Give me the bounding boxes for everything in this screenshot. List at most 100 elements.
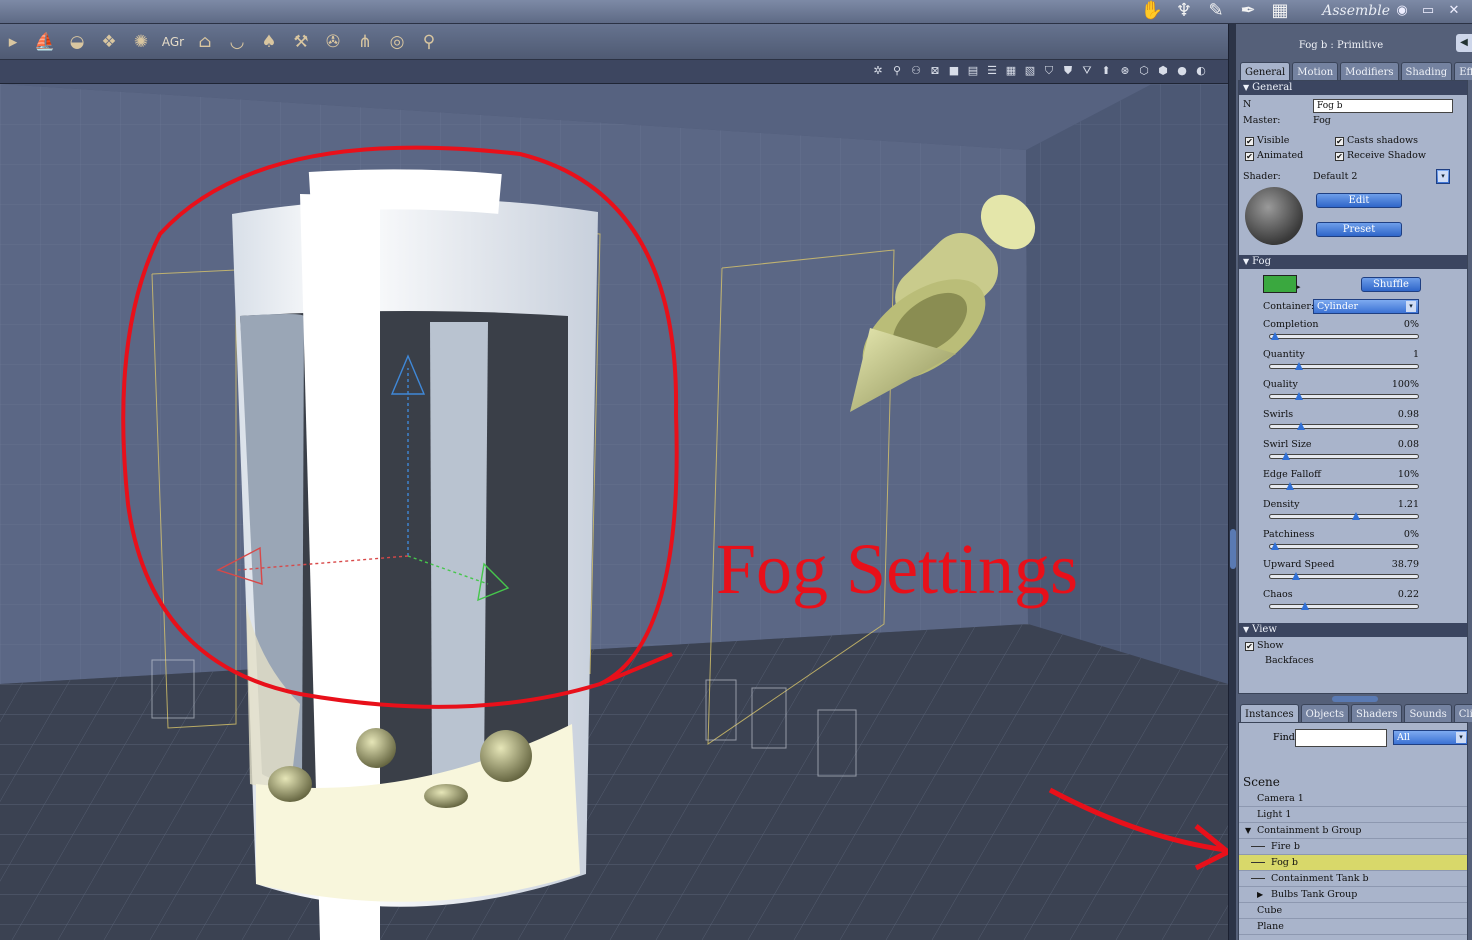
- slider-track[interactable]: [1269, 514, 1419, 519]
- hand-tool-icon[interactable]: ▸: [0, 29, 26, 55]
- crate-icon[interactable]: ❖: [96, 29, 122, 55]
- filter-select[interactable]: All ▾: [1393, 730, 1467, 745]
- camera-rig-icon[interactable]: ✇: [320, 29, 346, 55]
- close-icon[interactable]: ✕: [1446, 3, 1462, 18]
- tab-shading[interactable]: Shading: [1400, 62, 1453, 80]
- ruler-icon[interactable]: ▦: [1268, 0, 1292, 22]
- name-field[interactable]: Fog b: [1313, 99, 1453, 113]
- collapsed-triangle-icon[interactable]: ▶: [1257, 887, 1263, 903]
- tab-shaders[interactable]: Shaders: [1350, 704, 1403, 722]
- wire-cube-icon[interactable]: ⬡: [1137, 64, 1151, 78]
- tree-item[interactable]: Fog b: [1239, 855, 1467, 871]
- shuffle-button[interactable]: Shuffle: [1361, 277, 1421, 292]
- container-select[interactable]: Cylinder ▾: [1313, 299, 1419, 314]
- slider-knob[interactable]: [1352, 512, 1360, 520]
- slider-knob[interactable]: [1286, 482, 1294, 490]
- shield-icon[interactable]: ⛉: [1042, 64, 1056, 78]
- pencil-icon[interactable]: ✎: [1204, 0, 1228, 22]
- orbit-icon[interactable]: ⊛: [1118, 64, 1132, 78]
- pin-icon[interactable]: ⚲: [890, 64, 904, 78]
- agr-button[interactable]: AGr: [160, 29, 186, 55]
- slider-knob[interactable]: [1271, 332, 1279, 340]
- shader-dropdown[interactable]: ▾: [1436, 169, 1450, 184]
- general-section-header[interactable]: ▼ General: [1239, 81, 1467, 95]
- restore-icon[interactable]: ▭: [1420, 3, 1436, 18]
- render-icon[interactable]: ⊠: [928, 64, 942, 78]
- expanded-triangle-icon[interactable]: ▼: [1245, 823, 1251, 839]
- hammer-icon[interactable]: ⚒: [288, 29, 314, 55]
- tab-instances[interactable]: Instances: [1240, 704, 1299, 722]
- tab-clips[interactable]: Clips: [1453, 704, 1472, 722]
- fan-icon[interactable]: ✺: [128, 29, 154, 55]
- layout-three-icon[interactable]: ☰: [985, 64, 999, 78]
- slider-track[interactable]: [1269, 604, 1419, 609]
- tab-objects[interactable]: Objects: [1300, 704, 1349, 722]
- slider-knob[interactable]: [1295, 362, 1303, 370]
- layout-single-icon[interactable]: ■: [947, 64, 961, 78]
- receive-shadow-checkbox[interactable]: ✔ Receive Shadow: [1335, 150, 1426, 161]
- bone-icon[interactable]: ⚲: [416, 29, 442, 55]
- tab-effects[interactable]: Effects: [1454, 62, 1472, 80]
- 3d-viewport[interactable]: Fog Settings: [0, 84, 1228, 940]
- network-icon[interactable]: ⋔: [352, 29, 378, 55]
- slider-knob[interactable]: [1271, 542, 1279, 550]
- slider-track[interactable]: [1269, 544, 1419, 549]
- panel-divider[interactable]: [1236, 694, 1472, 704]
- fog-color-swatch[interactable]: [1263, 275, 1297, 293]
- view-section-header[interactable]: ▼ View: [1239, 623, 1467, 637]
- sphere-shaded-icon[interactable]: ●: [1175, 64, 1189, 78]
- sphere-icon[interactable]: ◐: [1194, 64, 1208, 78]
- color-menu-arrow-icon[interactable]: ▸: [1297, 283, 1301, 291]
- tree-item[interactable]: ▶ Bulbs Tank Group: [1239, 887, 1467, 903]
- animated-checkbox[interactable]: ✔ Animated: [1245, 150, 1303, 161]
- tree-item[interactable]: Cube: [1239, 903, 1467, 919]
- tree-item[interactable]: Light 1: [1239, 807, 1467, 823]
- bowl-icon[interactable]: ◒: [64, 29, 90, 55]
- tab-modifiers[interactable]: Modifiers: [1340, 62, 1399, 80]
- layout-two-icon[interactable]: ▤: [966, 64, 980, 78]
- slider-track[interactable]: [1269, 394, 1419, 399]
- slider-knob[interactable]: [1281, 452, 1290, 460]
- brush-icon[interactable]: ♆: [1172, 0, 1196, 22]
- nav-up-icon[interactable]: ⬆: [1099, 64, 1113, 78]
- tab-general[interactable]: General: [1240, 62, 1291, 80]
- feather-icon[interactable]: ✒: [1236, 0, 1260, 22]
- preset-shader-button[interactable]: Preset: [1316, 222, 1402, 237]
- slider-knob[interactable]: [1301, 602, 1309, 610]
- tab-sounds[interactable]: Sounds: [1404, 704, 1452, 722]
- collapse-panel-icon[interactable]: ◀: [1456, 34, 1472, 52]
- slider-track[interactable]: [1269, 454, 1419, 459]
- tree-item[interactable]: Containment Tank b: [1239, 871, 1467, 887]
- eye-icon[interactable]: ◉: [1394, 3, 1410, 18]
- slider-knob[interactable]: [1296, 422, 1305, 430]
- tree-item[interactable]: Camera 1: [1239, 791, 1467, 807]
- slider-knob[interactable]: [1292, 572, 1300, 580]
- walk-icon[interactable]: ⚇: [909, 64, 923, 78]
- basket-icon[interactable]: ◡: [224, 29, 250, 55]
- slider-track[interactable]: [1269, 424, 1419, 429]
- divider-grip[interactable]: [1332, 696, 1378, 702]
- slider-knob[interactable]: [1295, 392, 1303, 400]
- shader-preview-ball[interactable]: [1245, 187, 1303, 245]
- hand-icon[interactable]: ✋: [1140, 0, 1164, 22]
- casts-shadows-checkbox[interactable]: ✔ Casts shadows: [1335, 135, 1418, 146]
- edit-shader-button[interactable]: Edit: [1316, 193, 1402, 208]
- slider-track[interactable]: [1269, 364, 1419, 369]
- shield-half-icon[interactable]: ⛊: [1061, 64, 1075, 78]
- layout-four-icon[interactable]: ▦: [1004, 64, 1018, 78]
- tree-item[interactable]: Fire b: [1239, 839, 1467, 855]
- solid-cube-icon[interactable]: ⬢: [1156, 64, 1170, 78]
- fog-section-header[interactable]: ▼ Fog: [1239, 255, 1467, 269]
- target-icon[interactable]: ◎: [384, 29, 410, 55]
- house-icon[interactable]: ⌂: [192, 29, 218, 55]
- boat-icon[interactable]: ⛵: [32, 29, 58, 55]
- visible-checkbox[interactable]: ✔ Visible: [1245, 135, 1289, 146]
- panel-splitter[interactable]: [1228, 24, 1236, 940]
- layout-custom-icon[interactable]: ▧: [1023, 64, 1037, 78]
- shield-outline-icon[interactable]: ⛛: [1080, 64, 1094, 78]
- find-input[interactable]: [1295, 729, 1387, 747]
- show-checkbox[interactable]: ✔ Show: [1245, 640, 1283, 651]
- tree-item[interactable]: Plane: [1239, 919, 1467, 935]
- slider-track[interactable]: [1269, 334, 1419, 339]
- bell-icon[interactable]: ♠: [256, 29, 282, 55]
